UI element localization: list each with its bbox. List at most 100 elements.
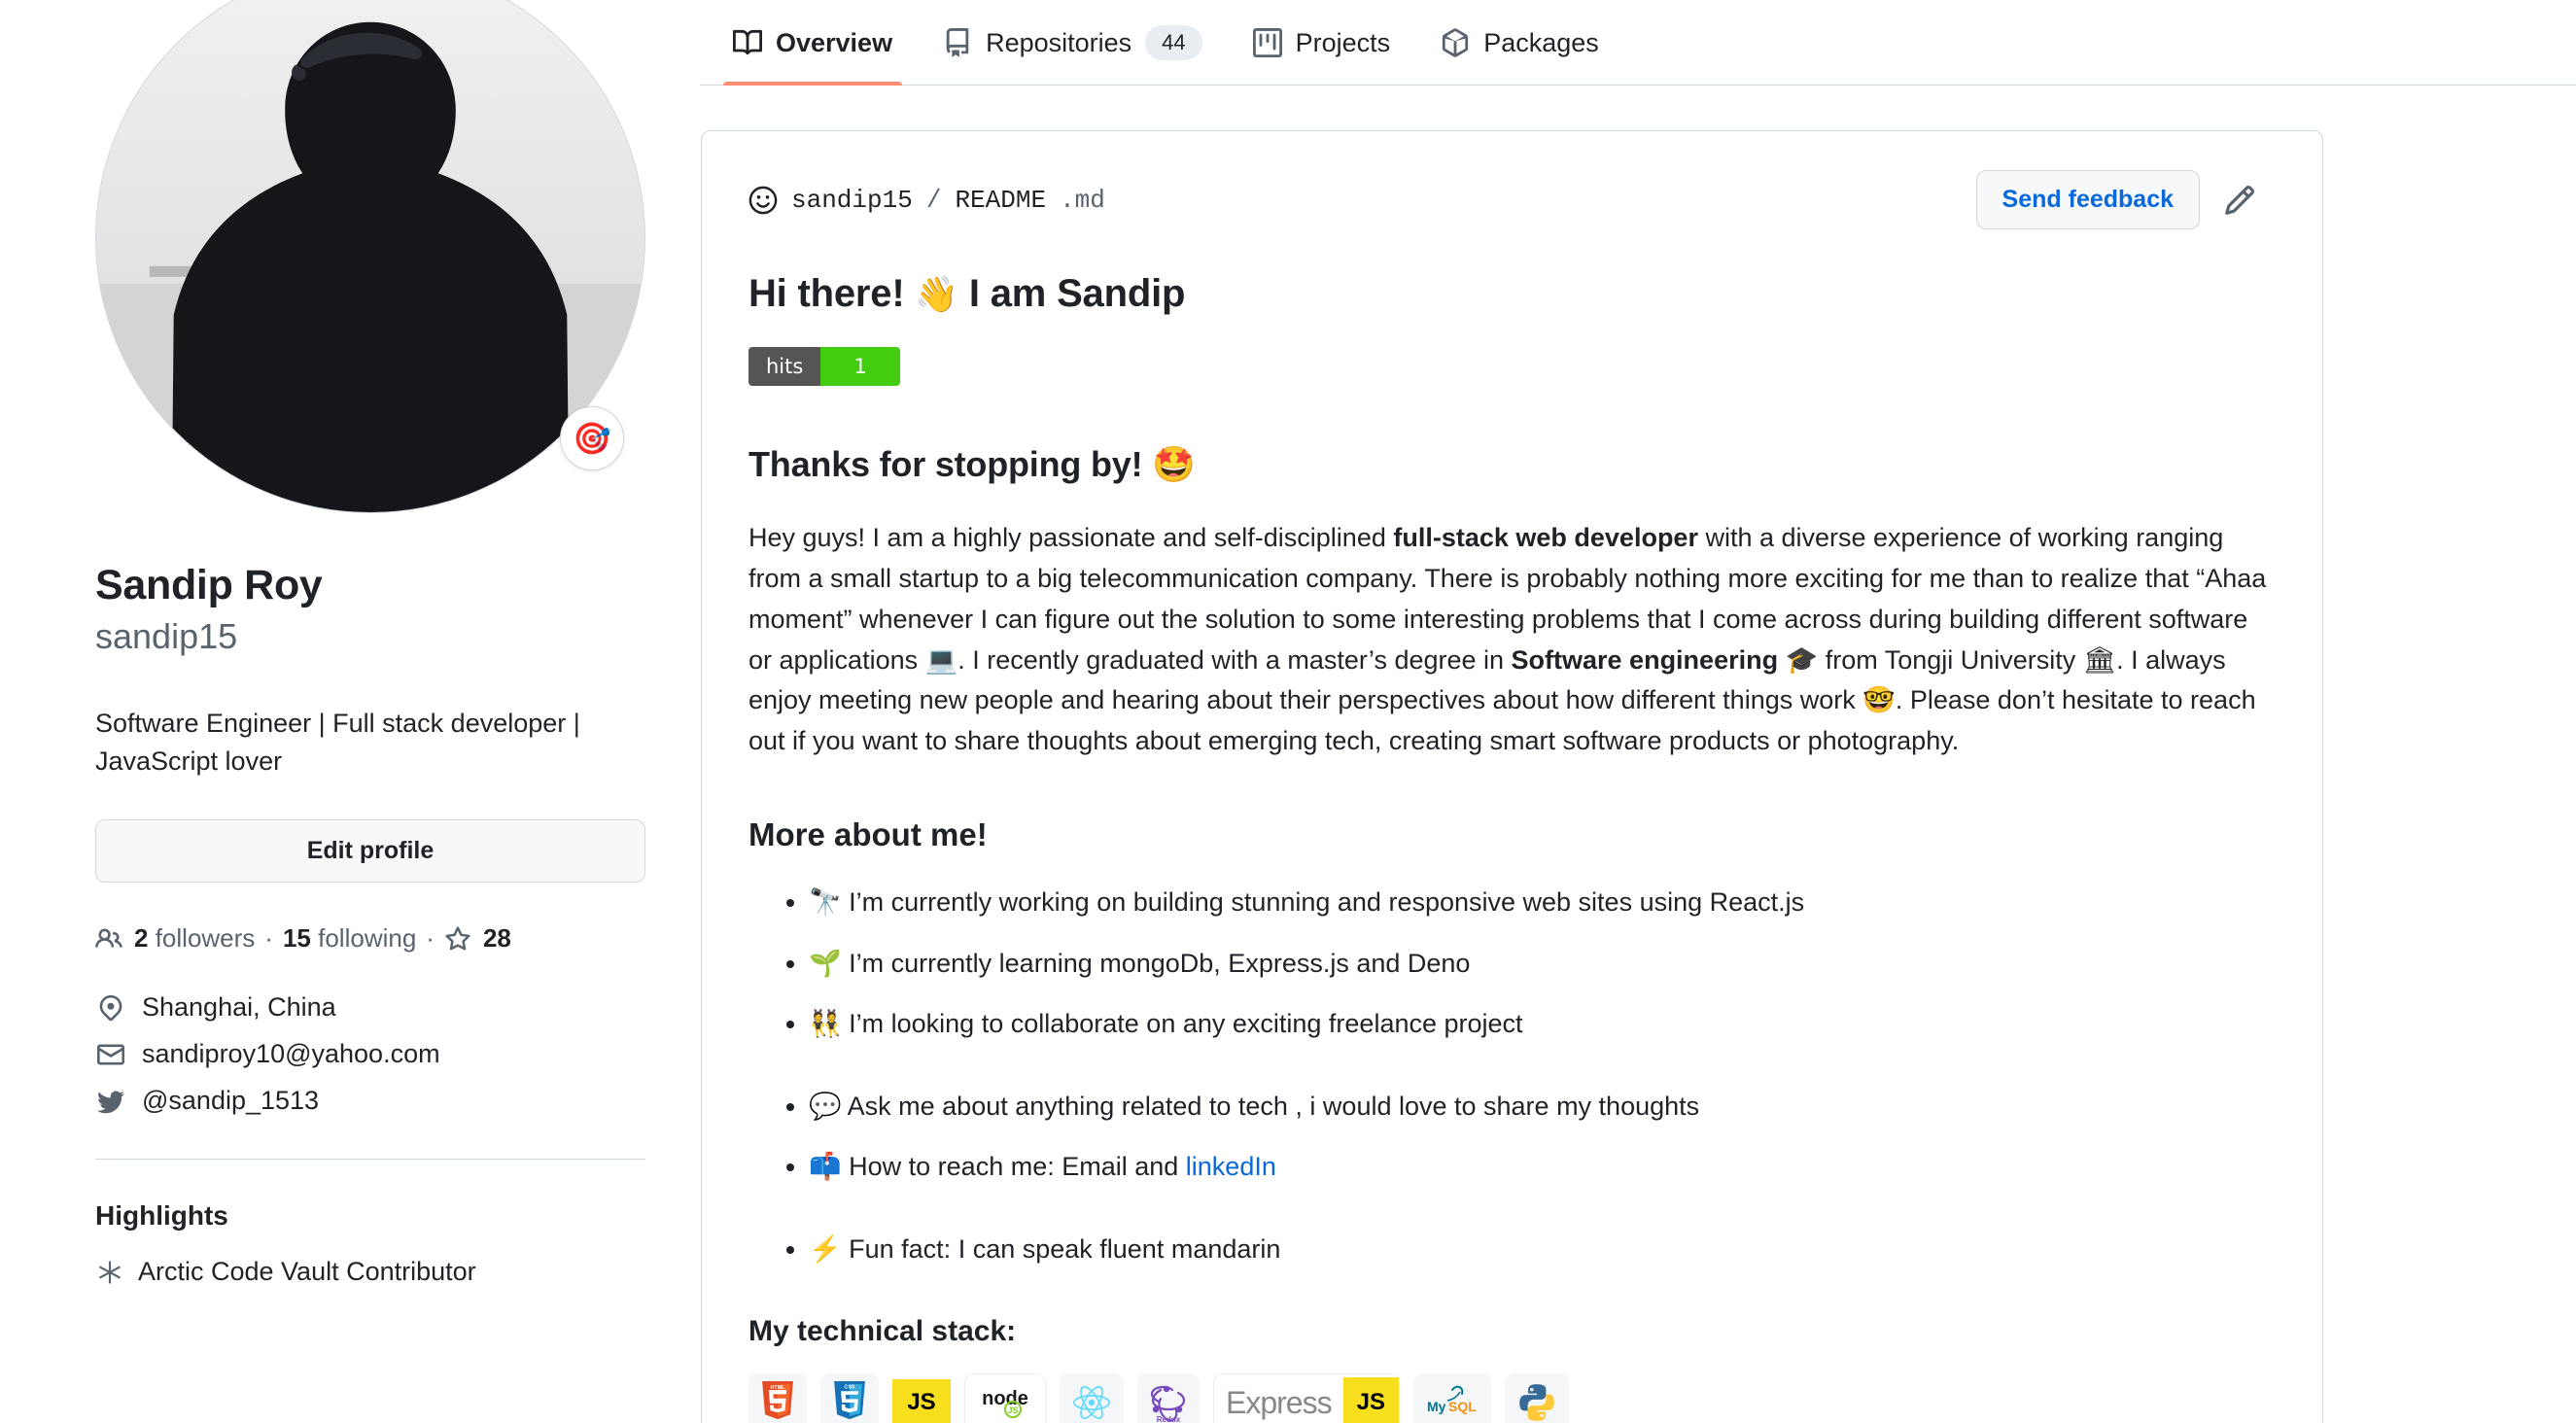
send-feedback-button[interactable]: Send feedback [1975, 170, 2200, 229]
profile-name: Sandip Roy [95, 562, 323, 608]
readme-filename: README [955, 185, 1047, 215]
python-badge[interactable] [1504, 1373, 1569, 1423]
followers-label: followers [155, 923, 256, 954]
list-item: 🔭 I’m currently working on building stun… [809, 883, 2276, 922]
readme-body: Hi there! 👋 I am Sandip hits 1 Thanks fo… [702, 272, 2322, 1423]
bullet-emoji: 🔭 [809, 887, 842, 918]
following-link[interactable]: 15 following [283, 923, 416, 954]
html5-badge[interactable]: HTML [748, 1373, 807, 1423]
repo-icon [943, 28, 972, 57]
bullet-emoji: 🌱 [809, 948, 842, 978]
react-icon [1073, 1386, 1110, 1420]
wave-emoji: 👋 [915, 274, 958, 314]
twitter-icon [95, 1088, 126, 1115]
svg-text:HTML: HTML [771, 1385, 786, 1391]
highlight-label: Arctic Code Vault Contributor [138, 1257, 476, 1287]
main-column: Overview Repositories 44 Projects Packag… [700, 0, 2576, 1423]
nodejs-icon: node JS [982, 1388, 1028, 1419]
status-emoji: 🎯 [573, 421, 611, 456]
highlight-arctic-vault[interactable]: Arctic Code Vault Contributor [95, 1257, 700, 1287]
repositories-count-badge: 44 [1145, 24, 1202, 61]
express-js-label: JS [1342, 1377, 1399, 1423]
tab-packages[interactable]: Packages [1415, 0, 1624, 86]
smiley-icon [748, 186, 778, 215]
readme-card: sandip15 / README .md Send feedback Hi th… [701, 130, 2323, 1423]
list-item: 🌱 I’m currently learning mongoDb, Expres… [809, 944, 2276, 984]
js-label: JS [907, 1389, 936, 1416]
bullet-emoji: 📫 [809, 1152, 842, 1182]
list-item: 👯 I’m looking to collaborate on any exci… [809, 1004, 2276, 1044]
bullet-text: I’m currently working on building stunni… [849, 887, 1805, 918]
hits-badge-value: 1 [820, 347, 900, 386]
location-pin-icon [95, 994, 126, 1022]
people-icon [95, 925, 122, 953]
avatar-container: 🎯 [95, 0, 645, 513]
nodejs-badge[interactable]: node JS [964, 1373, 1046, 1423]
tech-stack-badges: HTML CSS JS node JS Redux Express JS My … [748, 1373, 2276, 1423]
twitter-text: @sandip_1513 [142, 1086, 320, 1116]
svg-text:SQL: SQL [1448, 1399, 1477, 1414]
tab-packages-label: Packages [1483, 27, 1599, 57]
tab-repositories[interactable]: Repositories 44 [918, 0, 1228, 86]
package-icon [1441, 28, 1470, 57]
greeting-post: I am Sandip [968, 272, 1186, 315]
location-row: Shanghai, China [95, 992, 700, 1023]
linkedin-link[interactable]: linkedIn [1186, 1152, 1276, 1181]
list-item: 📫 How to reach me: Email and linkedIn [809, 1147, 2276, 1187]
readme-header: sandip15 / README .md Send feedback [702, 131, 2322, 229]
html5-icon: HTML [762, 1381, 793, 1420]
status-emoji-badge[interactable]: 🎯 [560, 406, 624, 470]
javascript-badge[interactable]: JS [892, 1379, 951, 1423]
email-row[interactable]: sandiproy10@yahoo.com [95, 1039, 700, 1069]
express-badge[interactable]: Express JS [1213, 1373, 1400, 1423]
redux-badge[interactable]: Redux [1137, 1373, 1200, 1423]
hits-badge: hits 1 [748, 347, 900, 386]
stats-separator-1: · [264, 923, 273, 954]
email-text: sandiproy10@yahoo.com [142, 1039, 440, 1069]
tab-overview[interactable]: Overview [708, 0, 918, 86]
tab-projects[interactable]: Projects [1228, 0, 1416, 86]
bullet-text: I’m looking to collaborate on any exciti… [849, 1009, 1523, 1039]
followers-count: 2 [134, 923, 149, 954]
following-count: 15 [282, 923, 311, 954]
readme-heading-more-about-me: More about me! [748, 816, 988, 853]
bullet-text: I’m currently learning mongoDb, Express.… [849, 948, 1471, 978]
readme-owner-link[interactable]: sandip15 [791, 186, 913, 215]
bullet-text: How to reach me: Email and [849, 1152, 1186, 1182]
followers-link[interactable]: 2 followers [95, 923, 255, 954]
profile-sidebar: 🎯 Sandip Roy sandip15 Software Engineer … [0, 0, 700, 1423]
stars-link[interactable]: 28 [444, 923, 511, 954]
bullet-text: Ask me about anything related to tech , … [847, 1091, 1700, 1121]
bullet-emoji: 👯 [809, 1009, 842, 1039]
highlights-title: Highlights [95, 1200, 228, 1232]
profile-login: sandip15 [95, 615, 238, 656]
list-item: ⚡ Fun fact: I can speak fluent mandarin [809, 1230, 2276, 1269]
tab-projects-label: Projects [1295, 27, 1391, 57]
list-item: 💬 Ask me about anything related to tech … [809, 1087, 2276, 1127]
twitter-row[interactable]: @sandip_1513 [95, 1086, 700, 1116]
star-icon [444, 925, 471, 953]
profile-tabs: Overview Repositories 44 Projects Packag… [700, 0, 2576, 86]
bullet-emoji: 💬 [809, 1091, 842, 1121]
css3-icon: CSS [834, 1381, 865, 1420]
readme-file-extension: .md [1060, 185, 1105, 215]
css3-badge[interactable]: CSS [820, 1373, 879, 1423]
stars-count: 28 [482, 923, 511, 954]
edit-pencil-icon[interactable] [2217, 178, 2262, 223]
project-icon [1252, 28, 1282, 57]
react-badge[interactable] [1060, 1373, 1124, 1423]
mail-icon [95, 1041, 126, 1068]
sidebar-divider [95, 1159, 645, 1161]
following-label: following [318, 923, 417, 954]
profile-bio: Software Engineer | Full stack developer… [95, 708, 580, 776]
mysql-badge[interactable]: My SQL [1412, 1373, 1491, 1423]
greeting-pre: Hi there! [748, 272, 905, 315]
stats-separator-2: · [426, 923, 435, 954]
edit-profile-button[interactable]: Edit profile [95, 819, 645, 884]
arctic-vault-icon [95, 1260, 124, 1285]
tech-stack-title: My technical stack: [748, 1315, 1017, 1348]
svg-text:CSS: CSS [844, 1385, 854, 1391]
svg-text:Redux: Redux [1157, 1415, 1181, 1423]
readme-heading-greeting: Hi there! 👋 I am Sandip [748, 272, 2276, 316]
readme-intro-paragraph: Hey guys! I am a highly passionate and s… [748, 518, 2276, 762]
